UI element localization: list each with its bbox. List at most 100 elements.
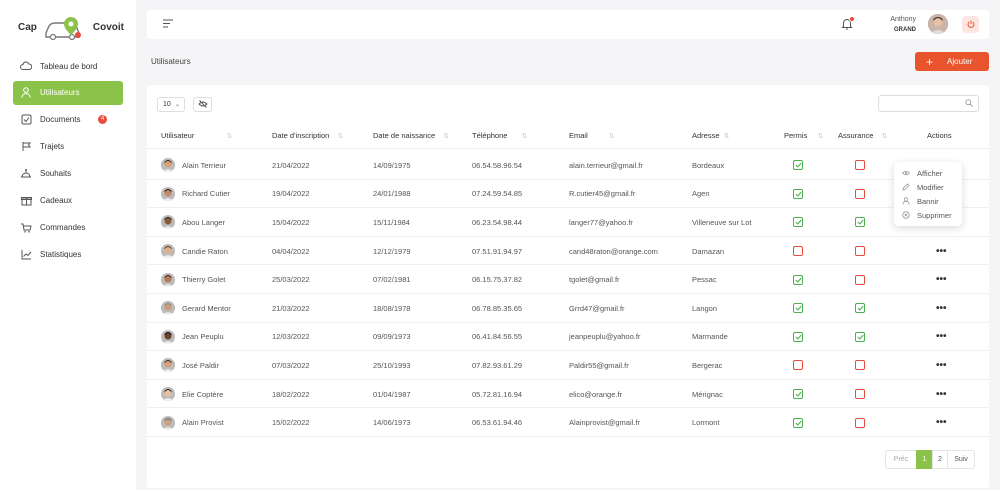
sidebar-item-documents[interactable]: Documents 4 [13,108,123,132]
pagination-prev[interactable]: Préc [885,450,917,469]
permis-checkbox[interactable] [793,246,803,257]
column-visibility-button[interactable] [193,97,212,112]
check-icon [794,162,802,169]
col-header-permis[interactable]: Permis ⇅ [784,131,823,140]
permis-checkbox[interactable] [793,417,803,428]
cell-telephone: 06.41.84.56.55 [472,332,523,342]
sort-icon[interactable]: ⇅ [443,133,449,140]
user-name[interactable]: Abou Langer [182,218,225,227]
assurance-checkbox[interactable] [855,417,865,428]
add-button-label: Ajouter [947,57,973,66]
sidebar-item-trajets[interactable]: Trajets [13,135,123,159]
col-header-utilisateur[interactable]: Utilisateur ⇅ [161,131,232,140]
assurance-checkbox[interactable] [855,274,865,285]
assurance-checkbox[interactable] [855,389,865,400]
cell-permis [793,180,803,209]
pencil-icon [902,183,910,191]
logout-button[interactable] [962,16,979,33]
user-name[interactable]: Thierry Golet [182,275,225,284]
permis-checkbox[interactable] [793,188,803,199]
notification-bell-icon[interactable] [841,16,855,32]
assurance-checkbox[interactable] [855,360,865,371]
check-icon [794,334,802,340]
user-avatar[interactable] [928,14,948,34]
cell-permis [793,380,803,409]
permis-checkbox[interactable] [793,217,803,228]
user-name[interactable]: Alain Terrieur [182,161,226,170]
check-icon [794,277,802,283]
search-input[interactable] [883,96,965,111]
cell-inscription: 21/03/2022 [272,303,310,313]
actions-menu-button[interactable]: ••• [936,351,947,380]
user-name[interactable]: Alain Provist [182,418,224,427]
pagination-page-1[interactable]: 1 [916,450,933,469]
sort-icon[interactable]: ⇅ [609,133,615,140]
actions-menu-button[interactable]: ••• [936,408,947,437]
assurance-checkbox[interactable] [855,188,865,199]
cell-email: langer77@yahoo.fr [569,217,633,227]
sort-icon[interactable]: ⇅ [337,133,343,140]
action-modifier[interactable]: Modifier [894,180,962,194]
sort-icon[interactable]: ⇅ [724,133,730,140]
permis-checkbox[interactable] [793,360,803,371]
sort-icon[interactable]: ⇅ [226,133,232,140]
cell-inscription: 19/04/2022 [272,189,310,199]
sidebar-item-commandes[interactable]: Commandes [13,215,123,239]
actions-menu-button[interactable]: ••• [936,237,947,266]
cell-email: alain.terrieur@gmail.fr [569,160,643,170]
logo[interactable]: Cap Covoit [18,13,128,41]
cell-permis [793,351,803,380]
permis-checkbox[interactable] [793,331,803,342]
table-row: Alain Provist 15/02/2022 14/06/1973 06.53.6… [147,408,989,437]
sidebar-item-souhaits[interactable]: Souhaits [13,162,123,186]
cell-adresse: Agen [692,189,710,199]
col-header-telephone[interactable]: Téléphone ⇅ [472,131,527,140]
sidebar-item-label: Utilisateurs [40,88,80,98]
permis-checkbox[interactable] [793,303,803,314]
col-header-assurance[interactable]: Assurance ⇅ [838,131,887,140]
actions-menu-button[interactable]: ••• [936,265,947,294]
user-name[interactable]: Candie Raton [182,247,228,256]
pagination-page-2[interactable]: 2 [932,450,948,469]
col-header-naissance[interactable]: Date de naissance ⇅ [373,131,449,140]
actions-menu-button[interactable]: ••• [936,323,947,352]
menu-toggle-icon[interactable] [163,19,173,30]
search-icon[interactable] [965,99,973,109]
col-header-inscription[interactable]: Date d'inscription ⇅ [272,131,343,140]
user-name[interactable]: Gerard Mentor [182,304,231,313]
sidebar-item-utilisateurs[interactable]: Utilisateurs [13,80,123,105]
permis-checkbox[interactable] [793,160,803,171]
action-bannir[interactable]: Bannir [894,194,962,208]
sort-icon[interactable]: ⇅ [817,133,823,140]
cell-assurance [855,237,865,266]
actions-menu-button[interactable]: ••• [936,380,947,409]
assurance-checkbox[interactable] [855,160,865,171]
sort-icon[interactable]: ⇅ [881,133,887,140]
cell-assurance [855,180,865,209]
avatar [161,301,175,316]
action-afficher[interactable]: Afficher [894,166,962,180]
user-name[interactable]: José Paldir [182,361,219,370]
permis-checkbox[interactable] [793,389,803,400]
sort-icon[interactable]: ⇅ [521,133,527,140]
assurance-checkbox[interactable] [855,246,865,257]
permis-checkbox[interactable] [793,274,803,285]
user-name[interactable]: Richard Cutier [182,189,230,198]
sidebar-item-cadeaux[interactable]: Cadeaux [13,188,123,212]
add-user-button[interactable]: + Ajouter [915,52,989,71]
assurance-checkbox[interactable] [855,303,865,314]
sidebar-item-statistiques[interactable]: Statistiques [13,242,123,266]
pagination-next[interactable]: Suiv [947,450,975,469]
action-supprimer[interactable]: Supprimer [894,208,962,222]
cell-assurance [855,208,865,237]
per-page-select[interactable]: 10 ⌄ [157,97,185,112]
assurance-checkbox[interactable] [855,331,865,342]
user-name[interactable]: Elie Coptère [182,390,223,399]
user-name[interactable]: Jean Peuplu [182,332,224,341]
col-header-email[interactable]: Email ⇅ [569,131,615,140]
actions-menu-button[interactable]: ••• [936,294,947,323]
header-divider [147,148,989,149]
col-header-adresse[interactable]: Adresse ⇅ [692,131,729,140]
assurance-checkbox[interactable] [855,217,865,228]
sidebar-item-tableau-de-bord[interactable]: Tableau de bord [13,54,123,78]
